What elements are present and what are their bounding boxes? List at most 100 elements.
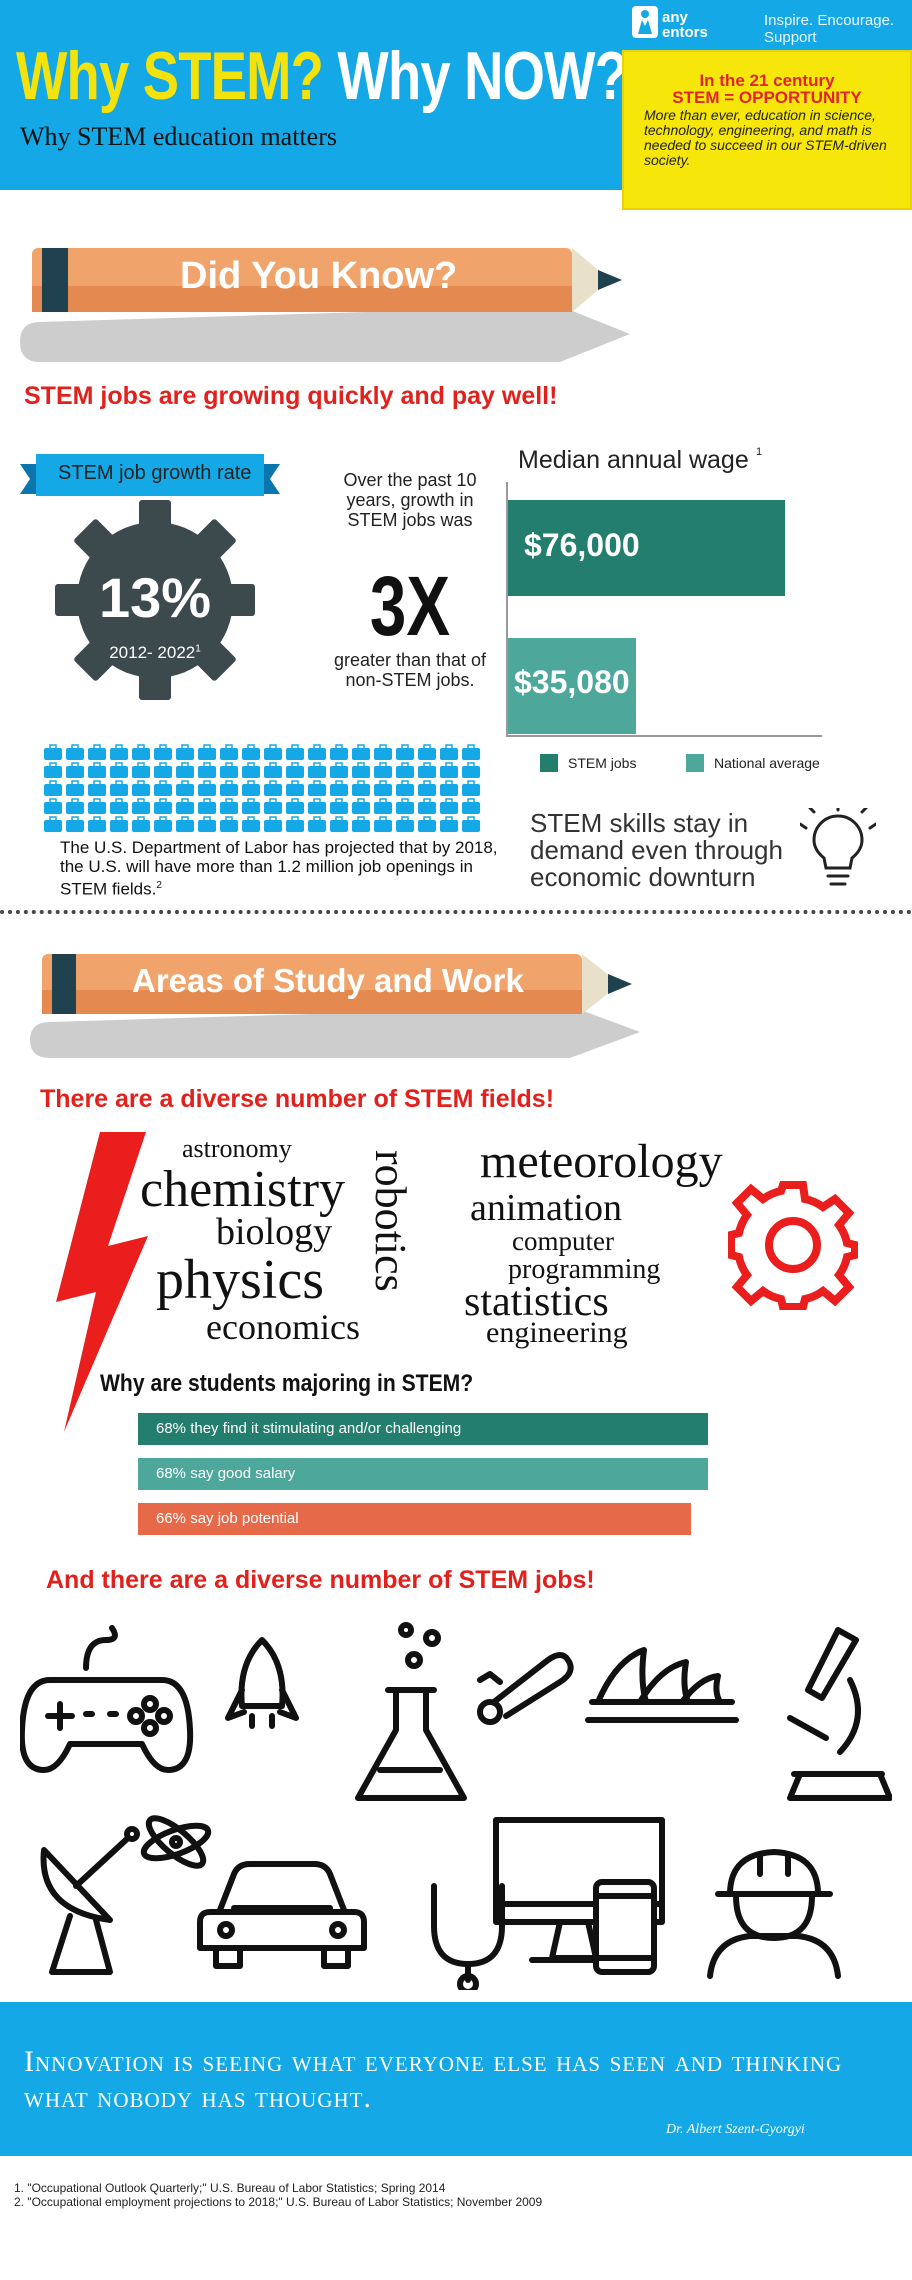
skills-in-demand-text: STEM skills stay in demand even through … [530, 808, 783, 892]
briefcase-icon [220, 744, 238, 760]
logo-line-1: any [662, 9, 688, 26]
briefcase-icon [176, 762, 194, 778]
briefcase-icon [198, 780, 216, 796]
briefcase-icon [330, 744, 348, 760]
stem-job-icons [20, 1622, 892, 1990]
car-icon [197, 1861, 367, 1969]
briefcase-icon [374, 780, 392, 796]
briefcase-icon [242, 780, 260, 796]
briefcase-icon [308, 798, 326, 814]
briefcase-icon [44, 762, 62, 778]
briefcase-icon [154, 762, 172, 778]
briefcase-icon [44, 744, 62, 760]
labor-projection-text: The U.S. Department of Labor has project… [60, 838, 500, 899]
game-controller-icon [20, 1625, 194, 1773]
briefcase-icon [132, 780, 150, 796]
engineer-hardhat-icon [707, 1849, 841, 1979]
footnote-1: 1. "Occupational Outlook Quarterly;" U.S… [14, 2181, 446, 2195]
satellite-dish-icon [40, 1826, 140, 1975]
briefcase-icon [154, 780, 172, 796]
briefcase-icon [44, 816, 62, 832]
majoring-bar-stimulating-label: 68% they find it stimulating and/or chal… [156, 1420, 462, 1437]
word-physics: physics [156, 1249, 324, 1311]
opera-house-icon [585, 1647, 739, 1723]
word-computer: computer [512, 1226, 614, 1256]
briefcase-icon [242, 816, 260, 832]
briefcase-icon [308, 762, 326, 778]
gear-outline-icon [728, 1181, 858, 1310]
briefcase-icon [88, 816, 106, 832]
word-robotics: robotics [366, 1150, 415, 1292]
briefcase-icon [132, 762, 150, 778]
callout-line-1: In the 21 century [699, 71, 835, 90]
quote-author: Dr. Albert Szent-Gyorgyi [666, 2122, 805, 2137]
briefcase-icon [308, 816, 326, 832]
logo-wordmark: any entors [662, 10, 708, 40]
greater-than-text: greater than that of non-STEM jobs. [333, 650, 487, 690]
briefcase-icon [44, 744, 480, 832]
briefcase-icon [66, 816, 84, 832]
majoring-bar-salary-label: 68% say good salary [156, 1465, 296, 1482]
briefcase-icon [264, 798, 282, 814]
lightbulb-icon [800, 808, 876, 886]
computer-monitor-icon [493, 1817, 665, 1975]
briefcase-icon [176, 798, 194, 814]
briefcase-icon [396, 798, 414, 814]
callout-body: More than ever, education in science, te… [644, 107, 887, 168]
flask-icon [355, 1622, 467, 1801]
stem-fields-heading: There are a diverse number of STEM field… [40, 1085, 555, 1113]
briefcase-icon [462, 762, 480, 778]
word-meteorology: meteorology [480, 1135, 723, 1188]
word-animation: animation [470, 1187, 622, 1229]
briefcase-icon [66, 762, 84, 778]
briefcase-icon [110, 816, 128, 832]
briefcase-icon [132, 816, 150, 832]
briefcase-icon [264, 762, 282, 778]
briefcase-icon [308, 744, 326, 760]
briefcase-icon [66, 744, 84, 760]
briefcase-icon [440, 798, 458, 814]
briefcase-icon [418, 744, 436, 760]
page-subtitle: Why STEM education matters [20, 122, 337, 151]
briefcase-icon [88, 780, 106, 796]
majoring-bar-job-potential: 66% say job potential [138, 1503, 691, 1535]
growth-percent: 13% [98, 566, 212, 629]
briefcase-icon [352, 780, 370, 796]
briefcase-icon [198, 762, 216, 778]
briefcase-icon [132, 744, 150, 760]
briefcase-icon [418, 798, 436, 814]
briefcase-icon [418, 780, 436, 796]
growth-years: 2012- 20221 [80, 643, 230, 663]
briefcase-icon [286, 762, 304, 778]
labor-projection-footnote: 2 [156, 880, 162, 891]
majoring-bar-salary: 68% say good salary [138, 1458, 708, 1490]
callout-line-2: STEM = OPPORTUNITY [672, 88, 862, 107]
briefcase-icon [374, 762, 392, 778]
briefcase-icon [396, 816, 414, 832]
briefcase-icon [462, 744, 480, 760]
legend-label-stem: STEM jobs [568, 755, 637, 771]
over-past-text: Over the past 10 years, growth in STEM j… [343, 470, 477, 530]
legend-label-national: National average [714, 755, 820, 771]
briefcase-icon [242, 798, 260, 814]
briefcase-icon [198, 744, 216, 760]
briefcase-icon [330, 762, 348, 778]
quote-text: Innovation is seeing what everyone else … [24, 2045, 843, 2114]
banner-areas-of-study: Areas of Study and Work [132, 962, 524, 999]
briefcase-icon [396, 762, 414, 778]
briefcase-icon [374, 798, 392, 814]
briefcase-icon [462, 780, 480, 796]
briefcase-icon [286, 798, 304, 814]
wrench-icon [477, 1652, 574, 1725]
rocket-icon [225, 1637, 299, 1729]
briefcase-icon [242, 744, 260, 760]
briefcase-icon [176, 816, 194, 832]
briefcase-icon [154, 816, 172, 832]
briefcase-icon [176, 780, 194, 796]
briefcase-icon [352, 798, 370, 814]
opportunity-callout: In the 21 century STEM = OPPORTUNITY Mor… [622, 50, 912, 210]
labor-projection-body: The U.S. Department of Labor has project… [60, 838, 498, 899]
briefcase-icon [462, 816, 480, 832]
briefcase-icon [462, 798, 480, 814]
multiplier-3x: 3X [369, 559, 451, 653]
